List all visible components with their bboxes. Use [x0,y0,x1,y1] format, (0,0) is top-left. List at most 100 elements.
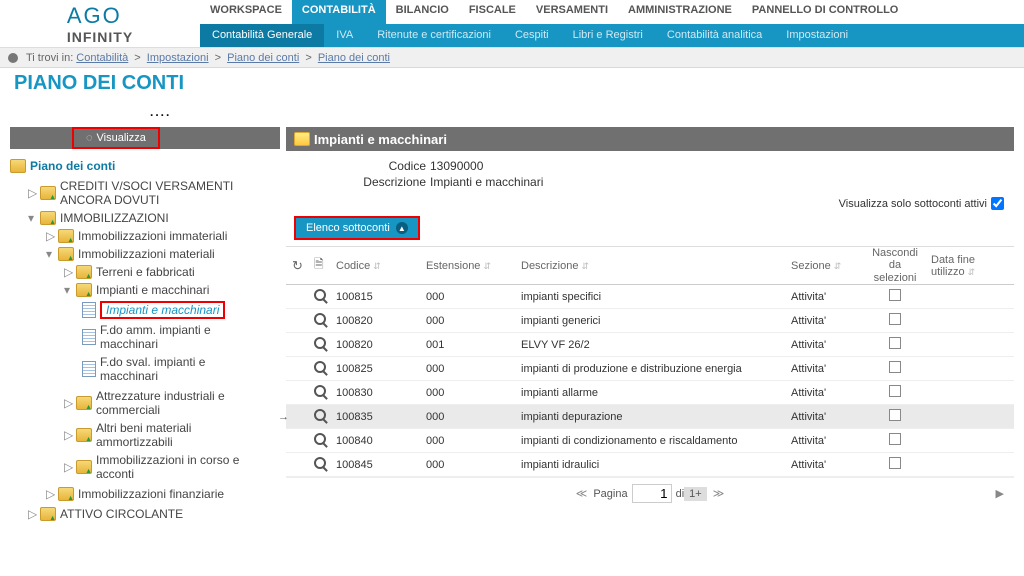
sub-nav-item[interactable]: Ritenute e certificazioni [365,24,503,48]
cell-data-fine [925,365,1014,373]
chevron-up-icon: ▲ [396,222,408,234]
expand-icon[interactable]: ▷ [64,428,74,442]
hide-checkbox[interactable] [889,409,901,421]
filter-label: Visualizza solo sottoconti attivi [839,198,987,210]
page-next-icon[interactable]: ≫ [713,487,725,500]
magnify-icon[interactable] [314,433,326,445]
tree-node[interactable]: ▾IMMOBILIZZAZIONI ▷Immobilizzazioni imma… [28,209,280,505]
expand-icon[interactable]: ▷ [28,507,38,521]
table-row[interactable]: 100830000impianti allarmeAttivita' [286,381,1014,405]
tree-node[interactable]: ▷Immobilizzazioni finanziarie [46,485,280,503]
tree-node[interactable]: ▾Impianti e macchinari Impianti e macchi… [64,281,280,387]
expand-icon[interactable]: ▷ [64,460,74,474]
col-sezione[interactable]: Sezione⇵ [785,256,865,276]
hide-checkbox[interactable] [889,385,901,397]
visualizza-button[interactable]: ◌ Visualizza [74,129,158,147]
breadcrumb: Ti trovi in: Contabilità > Impostazioni … [0,48,1024,68]
tree-node[interactable]: ▷Attrezzature industriali e commerciali [64,387,280,419]
magnify-icon[interactable] [314,385,326,397]
main-nav-item[interactable]: VERSAMENTI [526,0,618,24]
expand-icon[interactable]: ▷ [46,487,56,501]
main-nav-item[interactable]: CONTABILITÀ [292,0,386,24]
hide-checkbox[interactable] [889,361,901,373]
magnify-icon[interactable] [314,457,326,469]
tree-node[interactable]: F.do sval. impianti e macchinari [82,353,280,385]
table-row[interactable]: 100845000impianti idrauliciAttivita' [286,453,1014,477]
main-nav: WORKSPACECONTABILITÀBILANCIOFISCALEVERSA… [200,0,1024,24]
table-row[interactable]: 100820001ELVY VF 26/2Attivita' [286,333,1014,357]
folder-icon [76,283,92,297]
collapse-icon[interactable]: ▾ [46,247,56,261]
document-icon [82,302,96,318]
table-row[interactable]: 100840000impianti di condizionamento e r… [286,429,1014,453]
cell-sezione: Attivita' [785,431,865,451]
table-row[interactable]: 100820000impianti genericiAttivita' [286,309,1014,333]
page-first-icon[interactable]: ≪ [576,487,588,500]
tree-root[interactable]: Piano dei conti [10,159,280,173]
refresh-icon[interactable] [292,261,303,273]
collapse-icon[interactable]: ▾ [64,283,74,297]
hide-checkbox[interactable] [889,457,901,469]
hide-checkbox[interactable] [889,289,901,301]
tree-node[interactable]: ▷Immobilizzazioni immateriali [46,227,280,245]
tree-node[interactable]: ▷Altri beni materiali ammortizzabili [64,419,280,451]
breadcrumb-link[interactable]: Piano dei conti [227,52,299,64]
tree-node[interactable]: ▷ATTIVO CIRCOLANTE [28,505,280,523]
breadcrumb-expand-icon[interactable] [8,53,18,63]
table-row[interactable]: 100815000impianti specificiAttivita' [286,285,1014,309]
main-nav-item[interactable]: AMMINISTRAZIONE [618,0,742,24]
main-nav-item[interactable]: PANNELLO DI CONTROLLO [742,0,908,24]
tree-node[interactable]: ▷CREDITI V/SOCI VERSAMENTI ANCORA DOVUTI [28,177,280,209]
current-row-icon: → [278,411,289,423]
breadcrumb-link[interactable]: Contabilità [76,52,128,64]
tree-node[interactable]: ▷Terreni e fabbricati [64,263,280,281]
cell-sezione: Attivita' [785,407,865,427]
main-nav-item[interactable]: FISCALE [459,0,526,24]
hide-checkbox[interactable] [889,337,901,349]
sub-nav-item[interactable]: Cespiti [503,24,561,48]
main-nav-item[interactable]: BILANCIO [386,0,459,24]
sub-nav-item[interactable]: Contabilità analitica [655,24,774,48]
table-row[interactable]: →100835000impianti depurazioneAttivita' [286,405,1014,429]
new-doc-icon[interactable] [314,259,324,271]
cell-descrizione: impianti depurazione [515,407,785,427]
tree-node[interactable]: ▷Immobilizzazioni in corso e acconti [64,451,280,483]
tree-node-selected[interactable]: Impianti e macchinari [82,299,280,321]
expand-icon[interactable]: ▷ [64,396,74,410]
cell-descrizione: impianti idraulici [515,455,785,475]
col-descrizione[interactable]: Descrizione⇵ [515,256,785,276]
page-title: PIANO DEI CONTI [0,68,1024,105]
cell-estensione: 000 [420,407,515,427]
col-data-fine[interactable]: Data fine utilizzo⇵ [925,250,1014,282]
table-row[interactable]: 100825000impianti di produzione e distri… [286,357,1014,381]
sub-nav-item[interactable]: Libri e Registri [561,24,655,48]
magnify-icon[interactable] [314,409,326,421]
collapse-icon[interactable]: ▾ [28,211,38,225]
hide-checkbox[interactable] [889,433,901,445]
col-codice[interactable]: Codice⇵ [330,256,420,276]
breadcrumb-link[interactable]: Impostazioni [147,52,209,64]
expand-icon[interactable]: ▷ [64,265,74,279]
tree-node[interactable]: ▾Immobilizzazioni materiali ▷Terreni e f… [46,245,280,485]
magnify-icon[interactable] [314,289,326,301]
tree-node[interactable]: F.do amm. impianti e macchinari [82,321,280,353]
expand-icon[interactable]: ▷ [46,229,56,243]
pager-input[interactable] [632,484,672,503]
expand-icon[interactable]: ▷ [28,186,38,200]
main-nav-item[interactable]: WORKSPACE [200,0,292,24]
magnify-icon[interactable] [314,337,326,349]
sub-nav-item[interactable]: IVA [324,24,365,48]
play-icon[interactable]: ▶ [996,487,1004,500]
sub-nav-item[interactable]: Impostazioni [774,24,860,48]
magnify-icon[interactable] [314,313,326,325]
folder-icon [40,211,56,225]
filter-checkbox[interactable] [991,197,1004,210]
elenco-sottoconti-button[interactable]: Elenco sottoconti ▲ [294,216,420,240]
sub-nav-item[interactable]: Contabilità Generale [200,24,324,48]
col-nascondi[interactable]: Nascondi da selezioni [865,243,925,287]
folder-icon [40,186,56,200]
magnify-icon[interactable] [314,361,326,373]
breadcrumb-link[interactable]: Piano dei conti [318,52,390,64]
col-estensione[interactable]: Estensione⇵ [420,256,515,276]
hide-checkbox[interactable] [889,313,901,325]
